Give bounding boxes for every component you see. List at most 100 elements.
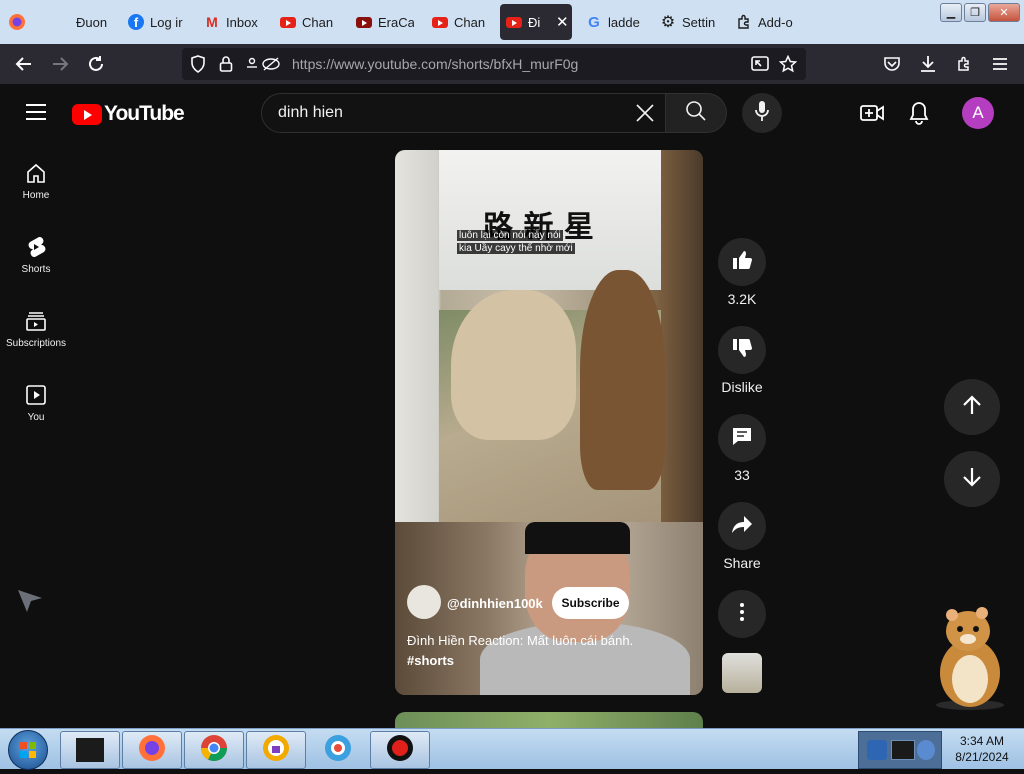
comment-count: 33 (734, 467, 750, 483)
lock-icon[interactable] (216, 54, 236, 74)
close-tab-icon[interactable]: ✕ (556, 13, 569, 31)
taskbar-app-window[interactable] (60, 731, 120, 769)
video-subtitle-line: luôn lại còn nói này nói (457, 230, 563, 241)
guide-item-you[interactable]: You (0, 382, 72, 423)
taskbar-recorder[interactable] (370, 731, 430, 769)
tab-1[interactable]: f Log ir (128, 4, 188, 40)
more-vertical-icon (739, 602, 745, 627)
guide-item-subscriptions[interactable]: Subscriptions (0, 308, 72, 349)
short-title[interactable]: Đình Hiền Reaction: Mất luôn cái bánh. #… (407, 631, 692, 671)
you-library-icon (0, 382, 72, 408)
shield-icon[interactable] (188, 54, 208, 74)
hashtag-link[interactable]: #shorts (407, 651, 692, 671)
previous-short-button[interactable] (944, 379, 1000, 435)
menu-hamburger-icon[interactable] (990, 54, 1010, 74)
next-short-button[interactable] (944, 451, 1000, 507)
taskbar-vpn-app[interactable] (246, 731, 306, 769)
navigation-bar: https://www.youtube.com/shorts/bfxH_murF… (0, 44, 1024, 84)
subscribe-button[interactable]: Subscribe (552, 587, 629, 619)
shorts-icon (0, 234, 72, 260)
comments-button[interactable] (718, 414, 766, 462)
url-bar[interactable]: https://www.youtube.com/shorts/bfxH_murF… (182, 48, 806, 80)
tab-5[interactable]: Chan (432, 4, 490, 40)
tab-3[interactable]: Chan (280, 4, 338, 40)
bookmark-star-icon[interactable] (778, 54, 798, 74)
tab-8[interactable]: ⚙ Settin (660, 4, 720, 40)
reaction-source-video: 路 新 星 luôn lại còn nói này nói kia Uầy c… (395, 150, 703, 522)
window-controls: ▁ ❐ ✕ (940, 3, 1020, 22)
search-icon (685, 100, 707, 127)
notifications-bell-icon[interactable] (908, 101, 930, 130)
url-text[interactable]: https://www.youtube.com/shorts/bfxH_murF… (292, 56, 578, 72)
search-box[interactable]: dinh hien (261, 93, 667, 133)
chrome-icon (200, 734, 228, 767)
picture-in-picture-icon[interactable] (750, 54, 770, 74)
voice-search-button[interactable] (742, 93, 782, 133)
tab-0[interactable]: Đuon (54, 4, 114, 40)
youtube-header: YouTube dinh hien A (0, 84, 1024, 142)
firefox-icon (138, 734, 166, 767)
channel-handle[interactable]: @dinhhien100k (447, 596, 543, 611)
network-icon (867, 740, 887, 760)
guide-menu-icon[interactable] (26, 104, 46, 120)
downloads-icon[interactable] (918, 54, 938, 74)
forward-arrow-icon[interactable] (50, 54, 70, 74)
black-box-app-icon (76, 738, 104, 762)
gear-icon: ⚙ (660, 14, 676, 31)
start-button[interactable] (8, 730, 48, 770)
more-options-button[interactable] (718, 590, 766, 638)
subscriptions-icon (0, 308, 72, 334)
tab-7[interactable]: G ladde (586, 4, 644, 40)
volume-icon (917, 740, 935, 760)
clear-search-icon[interactable] (630, 98, 660, 128)
google-icon: G (588, 13, 600, 31)
guide-item-shorts[interactable]: Shorts (0, 234, 72, 275)
coc-coc-browser-icon (324, 734, 352, 767)
create-video-icon[interactable] (860, 102, 884, 129)
camel-image (451, 290, 576, 440)
tab-9[interactable]: Add-o (736, 4, 796, 40)
like-button[interactable] (718, 238, 766, 286)
youtube-dark-icon (356, 14, 372, 30)
blank-page-icon (54, 14, 70, 30)
guide-item-home[interactable]: Home (0, 160, 72, 201)
audio-source-thumbnail[interactable] (722, 653, 762, 693)
like-count: 3.2K (727, 291, 757, 307)
channel-avatar[interactable] (407, 585, 441, 619)
back-arrow-icon[interactable] (14, 54, 34, 74)
tab-4[interactable]: EraCa (356, 4, 414, 40)
firefox-menu-icon[interactable] (8, 4, 36, 40)
minimize-button[interactable]: ▁ (940, 3, 962, 22)
search-input[interactable]: dinh hien (278, 104, 343, 122)
extensions-icon[interactable] (954, 54, 974, 74)
browser-tab-strip: Đuon f Log ir M Inbox Chan EraCa Chan Đi… (0, 0, 1024, 44)
mouse-cursor-icon (16, 586, 44, 619)
dislike-button[interactable] (718, 326, 766, 374)
youtube-icon (432, 14, 448, 30)
share-button[interactable] (718, 502, 766, 550)
share-label: Share (723, 555, 761, 571)
close-window-button[interactable]: ✕ (988, 3, 1020, 22)
taskbar-chrome[interactable] (184, 731, 244, 769)
system-tray[interactable] (858, 731, 942, 769)
taskbar-browser-app[interactable] (308, 731, 368, 769)
restore-button[interactable]: ❐ (964, 3, 986, 22)
youtube-logo[interactable]: YouTube (72, 102, 185, 126)
home-icon (0, 160, 72, 186)
taskbar-clock[interactable]: 3:34 AM 8/21/2024 (942, 733, 1022, 765)
tab-active[interactable]: Đi ✕ (500, 4, 572, 40)
thumbs-down-icon (731, 337, 753, 364)
facebook-icon: f (128, 14, 144, 30)
account-avatar[interactable]: A (962, 97, 994, 129)
shorts-video-player[interactable]: 路 新 星 luôn lại còn nói này nói kia Uầy c… (395, 150, 703, 695)
microphone-icon (753, 100, 771, 127)
gmail-icon: M (206, 14, 218, 30)
monitor-icon (891, 740, 915, 760)
reload-icon[interactable] (86, 54, 106, 74)
search-button[interactable] (665, 93, 727, 133)
permissions-icon[interactable] (244, 54, 284, 74)
youtube-icon (280, 14, 296, 30)
taskbar-firefox[interactable] (122, 731, 182, 769)
tab-2[interactable]: M Inbox (204, 4, 262, 40)
pocket-icon[interactable] (882, 54, 902, 74)
